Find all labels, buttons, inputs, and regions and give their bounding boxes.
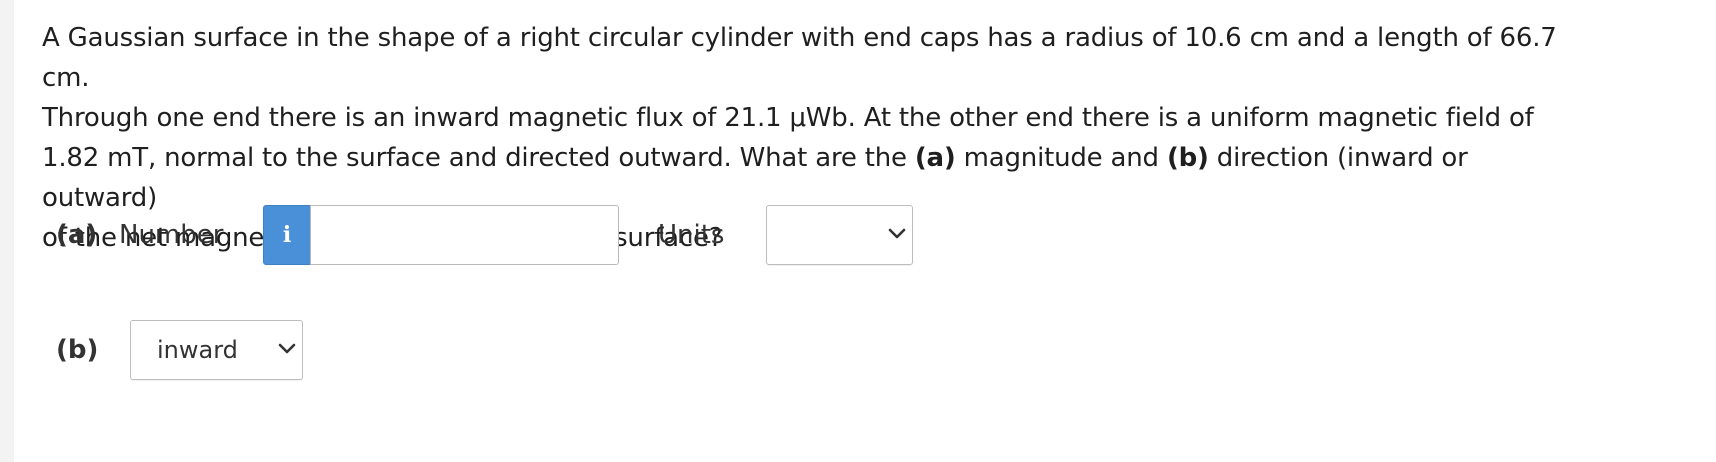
units-label: Units — [658, 220, 725, 250]
number-label: Number — [119, 220, 224, 250]
chevron-down-icon — [278, 343, 296, 354]
part-b-label: (b) — [56, 335, 99, 365]
info-icon[interactable]: i — [263, 205, 311, 265]
question-part-b-ref: (b) — [1166, 143, 1209, 173]
question-line-3-pre: 1.82 mT, normal to the surface and direc… — [42, 143, 915, 173]
left-margin-bar — [0, 0, 14, 462]
question-part-a-ref: (a) — [914, 143, 956, 173]
question-line-1: A Gaussian surface in the shape of a rig… — [42, 23, 1557, 93]
direction-selected-value: inward — [157, 336, 238, 364]
number-input[interactable] — [310, 205, 619, 265]
direction-select[interactable]: inward — [130, 320, 303, 380]
chevron-down-icon — [888, 228, 906, 239]
part-a-label: (a) — [56, 220, 98, 250]
question-line-3-mid: magnitude and — [955, 143, 1167, 173]
units-select[interactable] — [766, 205, 913, 265]
question-line-2: Through one end there is an inward magne… — [42, 103, 1534, 133]
